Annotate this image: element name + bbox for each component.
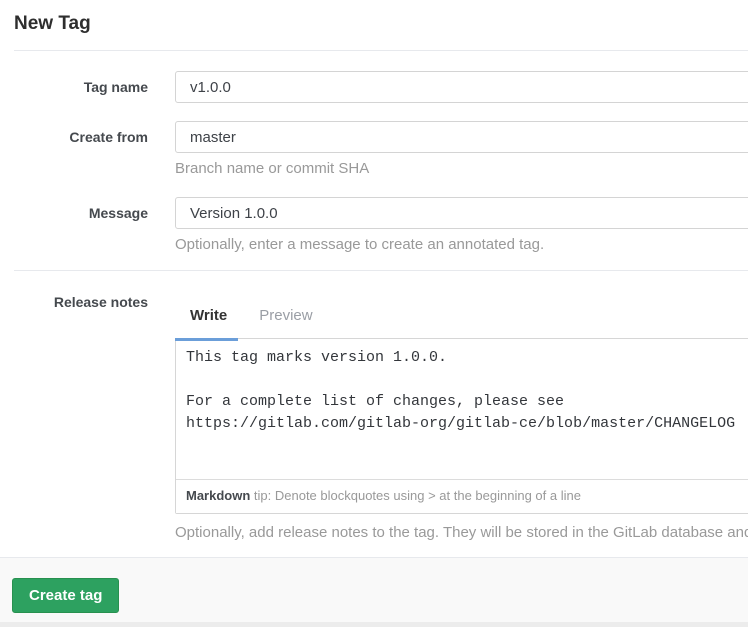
- markdown-editor-area: This tag marks version 1.0.0. For a comp…: [175, 338, 748, 514]
- new-tag-page: New Tag Tag name Create from Branch name…: [0, 0, 748, 627]
- release-notes-label: Release notes: [0, 286, 148, 310]
- message-col: Optionally, enter a message to create an…: [175, 197, 748, 253]
- message-help: Optionally, enter a message to create an…: [175, 236, 748, 253]
- create-from-input[interactable]: [175, 121, 748, 153]
- form-row-tag-name: Tag name: [0, 71, 748, 103]
- message-label: Message: [0, 197, 148, 221]
- tag-name-label: Tag name: [0, 71, 148, 95]
- create-from-help: Branch name or commit SHA: [175, 160, 748, 177]
- new-tag-form: Tag name Create from Branch name or comm…: [0, 71, 748, 541]
- markdown-tip-prefix: Markdown: [186, 488, 250, 503]
- release-notes-col: Write Preview This tag marks version 1.0…: [175, 286, 748, 541]
- bottom-edge-strip: [0, 622, 748, 627]
- form-row-message: Message Optionally, enter a message to c…: [0, 197, 748, 253]
- form-row-create-from: Create from Branch name or commit SHA: [0, 121, 748, 177]
- markdown-tab-bar: Write Preview: [175, 286, 748, 338]
- header-divider: [14, 50, 748, 51]
- markdown-tip-bar: Markdown tip: Denote blockquotes using >…: [176, 480, 748, 513]
- tag-name-input[interactable]: [175, 71, 748, 103]
- release-notes-help: Optionally, add release notes to the tag…: [175, 524, 748, 541]
- create-tag-button[interactable]: Create tag: [12, 578, 119, 613]
- message-input[interactable]: [175, 197, 748, 229]
- markdown-tip-text: tip: Denote blockquotes using > at the b…: [250, 488, 581, 503]
- tag-name-col: [175, 71, 748, 103]
- release-notes-textarea[interactable]: This tag marks version 1.0.0. For a comp…: [176, 339, 748, 480]
- form-row-release-notes: Release notes Write Preview This tag mar…: [0, 286, 748, 541]
- tab-write[interactable]: Write: [180, 306, 237, 325]
- page-header: New Tag: [0, 0, 748, 35]
- create-from-col: Branch name or commit SHA: [175, 121, 748, 177]
- page-title: New Tag: [14, 13, 734, 35]
- section-divider: [14, 270, 748, 271]
- form-actions-footer: Create tag: [0, 557, 748, 627]
- tab-preview[interactable]: Preview: [249, 306, 322, 325]
- active-tab-indicator: [175, 338, 238, 341]
- create-from-label: Create from: [0, 121, 148, 145]
